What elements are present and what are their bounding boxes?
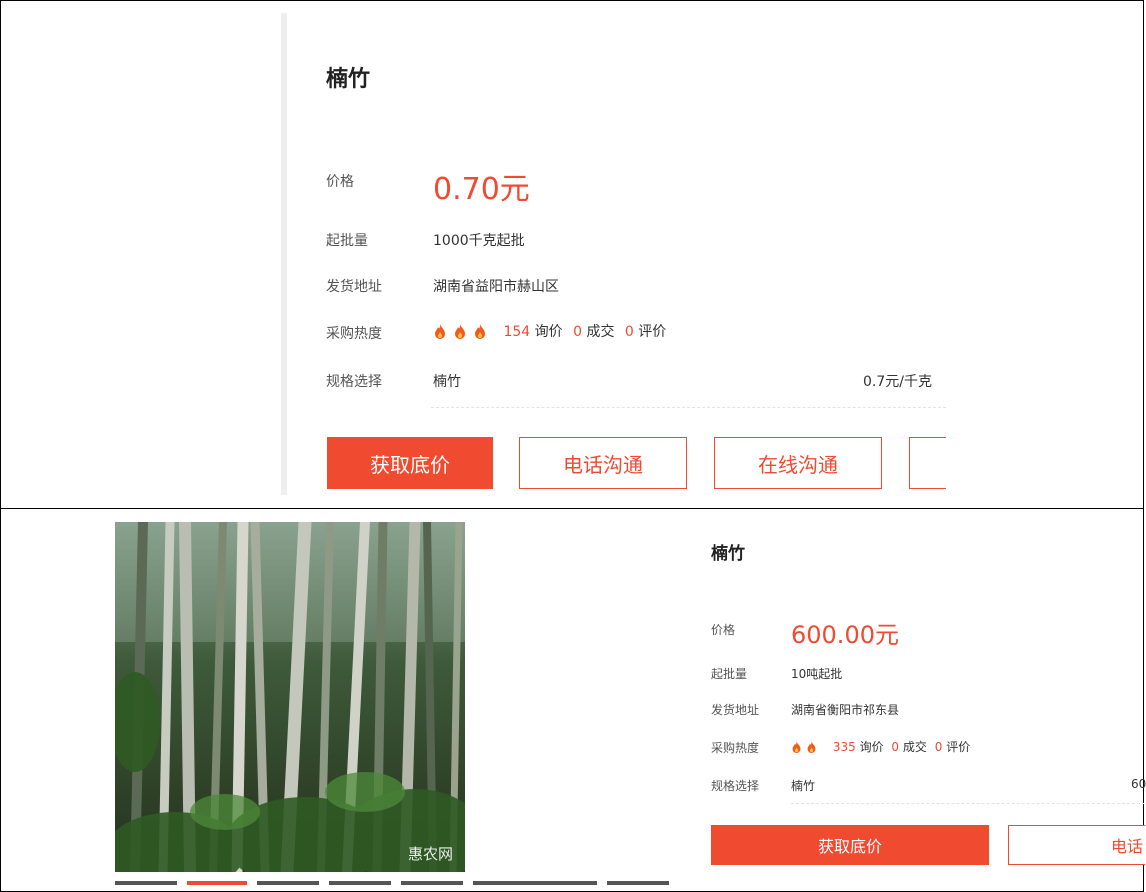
get-lowest-price-button[interactable]: 获取底价	[711, 825, 989, 865]
fire-icon	[433, 324, 447, 340]
dashed-divider	[431, 407, 946, 408]
deal-label: 成交	[902, 740, 927, 754]
more-button-clipped[interactable]	[909, 437, 946, 489]
online-chat-button[interactable]: 在线沟通	[714, 437, 882, 489]
inquiry-count: 154	[503, 324, 531, 340]
min-order-label: 起批量	[326, 233, 368, 249]
spec-option[interactable]: 楠竹	[433, 371, 461, 391]
product-panel-bottom: 惠农网 楠竹 价格 600.00元 起批量 10吨起批 发货地址 湖南省衡阳市祁…	[0, 508, 1146, 892]
deal-count: 0	[573, 324, 583, 340]
fire-icon	[473, 324, 487, 340]
ship-from-value: 湖南省衡阳市祁东县	[791, 703, 900, 717]
deal-label: 成交	[586, 324, 615, 340]
spec-label: 规格选择	[326, 374, 382, 390]
review-count: 0	[934, 740, 943, 754]
bamboo-forest-image	[115, 522, 465, 872]
heat-label: 采购热度	[711, 741, 760, 755]
spec-option[interactable]: 楠竹	[791, 777, 815, 794]
inquiry-count: 335	[832, 740, 856, 754]
phone-contact-button[interactable]: 电话沟通	[519, 437, 687, 489]
phone-contact-button[interactable]: 电话	[1008, 825, 1145, 865]
price-label: 价格	[326, 174, 354, 190]
product-panel-top: 楠竹 价格 0.70元 起批量 1000千克起批 发货地址 湖南省益阳市赫山区 …	[0, 0, 1144, 510]
divider	[281, 13, 287, 495]
review-label: 评价	[946, 740, 971, 754]
review-label: 评价	[638, 324, 667, 340]
dashed-divider	[791, 803, 1145, 804]
fire-icon	[453, 324, 467, 340]
watermark: 惠农网	[407, 845, 453, 863]
fire-icon	[791, 741, 802, 754]
get-lowest-price-button[interactable]: 获取底价	[327, 437, 493, 489]
min-order-label: 起批量	[711, 667, 748, 681]
min-order-value: 10吨起批	[791, 667, 843, 681]
ship-from-label: 发货地址	[711, 703, 760, 717]
spec-label: 规格选择	[711, 779, 760, 793]
product-title: 楠竹	[326, 67, 371, 92]
deal-count: 0	[891, 740, 900, 754]
thumbnail-strip[interactable]	[115, 881, 685, 885]
price-value: 600.00元	[791, 621, 899, 649]
ship-from-label: 发货地址	[326, 279, 382, 295]
inquiry-label: 询价	[534, 324, 563, 340]
spec-price: 0.7元/千克	[863, 374, 932, 390]
review-count: 0	[624, 324, 634, 340]
spec-price: 60	[1131, 777, 1146, 791]
fire-icon	[806, 741, 817, 754]
price-value: 0.70元	[433, 172, 530, 207]
price-label: 价格	[711, 623, 736, 637]
min-order-value: 1000千克起批	[433, 233, 525, 249]
product-title: 楠竹	[711, 544, 745, 564]
heat-stats: 154 询价 0 成交 0 评价	[433, 321, 666, 341]
product-photo[interactable]: 惠农网	[115, 522, 465, 872]
inquiry-label: 询价	[859, 740, 884, 754]
ship-from-value: 湖南省益阳市赫山区	[433, 279, 559, 295]
heat-label: 采购热度	[326, 326, 382, 342]
heat-stats: 335 询价 0 成交 0 评价	[791, 738, 970, 755]
